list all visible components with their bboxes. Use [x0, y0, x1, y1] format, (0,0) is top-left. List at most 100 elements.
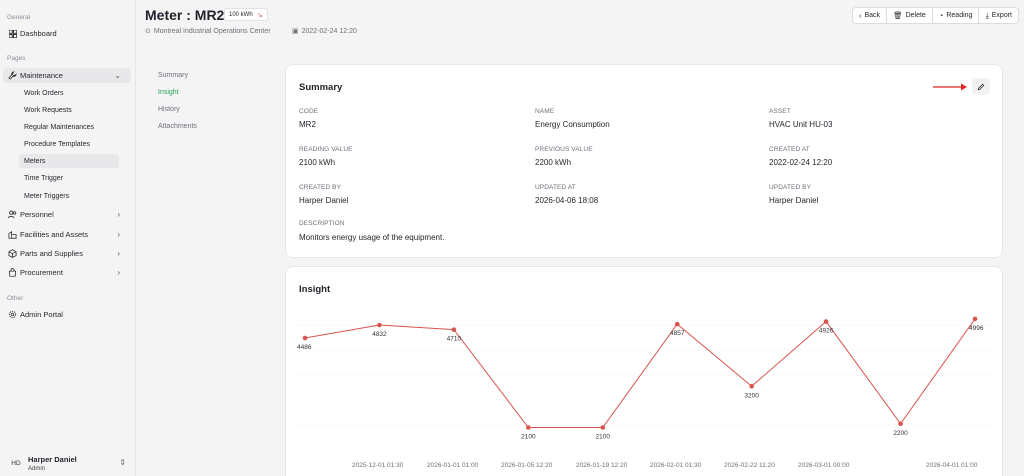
asset-value[interactable]: HVAC Unit HU-03	[769, 120, 832, 129]
data-label: 2100	[521, 434, 536, 441]
updated-by-value: Harper Daniel	[769, 196, 819, 205]
back-label: Back	[864, 12, 881, 19]
insight-title: Insight	[299, 284, 331, 295]
data-point[interactable]	[451, 327, 457, 332]
calendar-icon: ▣	[292, 28, 299, 35]
data-point[interactable]	[674, 321, 680, 327]
users-icon	[7, 209, 18, 220]
sidebar-subitem-regular-maintenances[interactable]: Regular Maintenances	[24, 120, 94, 134]
code-value: MR2	[299, 120, 316, 129]
pencil-icon	[977, 83, 985, 90]
name-value: Energy Consumption	[535, 120, 610, 129]
sidebar-item-personnel[interactable]: Personnel ›	[0, 207, 130, 222]
summary-card: Summary CODE MR2 NAME Energy Consumption…	[285, 64, 1003, 258]
data-label: 4857	[670, 330, 685, 337]
sidebar-subitem-work-orders[interactable]: Work Orders	[24, 86, 64, 100]
chevron-right-icon: ›	[117, 230, 120, 239]
x-tick-label: 2026-02-22 11:20	[724, 462, 775, 469]
data-point[interactable]	[749, 383, 754, 389]
sidebar-group-other: Other	[7, 295, 24, 302]
sidebar-subitem-meter-triggers[interactable]: Meter Triggers	[24, 189, 69, 203]
sidebar-subitem-procedure-templates[interactable]: Procedure Templates	[24, 137, 90, 151]
section-nav-attachments[interactable]: Attachments	[158, 123, 197, 130]
data-point[interactable]	[898, 421, 903, 427]
description-label: DESCRIPTION	[299, 220, 345, 227]
reading-value: 2100 kWh	[299, 158, 336, 167]
chevron-up-down-icon[interactable]: ⇕	[119, 458, 126, 467]
x-tick-label: 2026-02-01 01:30	[650, 462, 702, 469]
page-title: Meter : MR2	[145, 7, 225, 23]
wrench-icon	[7, 70, 18, 81]
sidebar-item-facilities[interactable]: Facilities and Assets ›	[0, 227, 130, 242]
x-tick-label: 2026-01-01 01:00	[427, 462, 479, 469]
insight-line-chart: 4486 4832 4710 2100 2100 4857 3200 4926 2200 4996	[294, 316, 994, 450]
user-role: Admin	[28, 465, 46, 472]
chevron-down-icon: ⌄	[114, 71, 121, 80]
sidebar-subitem-time-trigger[interactable]: Time Trigger	[24, 171, 63, 185]
reading-badge-value: 100 kWh	[229, 11, 253, 18]
delete-label: Delete	[905, 12, 926, 19]
section-nav-insight[interactable]: Insight	[158, 89, 179, 96]
sidebar-subitem-work-requests[interactable]: Work Requests	[24, 103, 72, 117]
location-pin-icon: ⊙	[145, 28, 151, 35]
data-point[interactable]	[302, 335, 308, 341]
reading-label: Reading	[946, 12, 973, 19]
sidebar-item-admin-portal[interactable]: Admin Portal	[0, 307, 130, 322]
shopping-bag-icon	[7, 267, 18, 278]
data-label: 2100	[596, 434, 611, 441]
sidebar-item-maintenance[interactable]: Maintenance ⌄	[3, 68, 131, 83]
updated-at-value: 2026-04-06 18:08	[535, 196, 599, 205]
sidebar-item-label: Maintenance	[20, 71, 63, 80]
location-meta: ⊙ Montreal Industrial Operations Center	[145, 27, 271, 36]
data-label: 3200	[744, 392, 759, 399]
x-tick-label: 2026-01-19 12:20	[576, 462, 628, 469]
data-point[interactable]	[823, 319, 829, 324]
data-label: 2200	[893, 430, 908, 437]
datetime-meta: ▣ 2022-02-24 12:20	[292, 27, 357, 36]
created-at-value: 2022-02-24 12:20	[769, 158, 833, 167]
data-point[interactable]	[526, 425, 531, 430]
sidebar-item-dashboard[interactable]: Dashboard	[0, 26, 130, 41]
download-icon: ⤓	[985, 10, 989, 20]
created-by-label: CREATED BY	[299, 184, 342, 191]
sidebar-item-label: Procurement	[20, 268, 63, 277]
x-tick-label: 2026-03-01 00:00	[798, 462, 850, 469]
package-icon	[7, 248, 18, 259]
reading-button[interactable]: ◔ Reading	[933, 8, 980, 23]
avatar: HD	[11, 459, 21, 467]
user-menu[interactable]: HD Harper Daniel Admin ⇕	[0, 450, 136, 476]
updated-at-label: UPDATED AT	[535, 184, 576, 191]
data-label: 4710	[447, 336, 462, 343]
data-label: 4832	[372, 331, 387, 338]
chevron-right-icon: ›	[117, 268, 120, 277]
delete-button[interactable]: 🗑 Delete	[887, 8, 933, 23]
asset-label: ASSET	[769, 108, 791, 115]
series-line	[304, 318, 976, 428]
sidebar-group-pages: Pages	[7, 55, 26, 62]
summary-title: Summary	[299, 82, 343, 93]
created-by-value: Harper Daniel	[299, 196, 349, 205]
edit-button[interactable]	[972, 78, 990, 95]
data-point[interactable]	[377, 322, 382, 328]
back-button[interactable]: ‹ Back	[853, 8, 888, 23]
sidebar-item-parts[interactable]: Parts and Supplies ›	[0, 246, 130, 261]
data-point[interactable]	[972, 316, 978, 322]
section-nav-summary[interactable]: Summary	[158, 72, 188, 79]
export-button[interactable]: ⤓ Export	[979, 8, 1018, 23]
sidebar-item-label: Admin Portal	[20, 310, 63, 319]
sidebar-item-label: Personnel	[20, 210, 54, 219]
sidebar: General Dashboard Pages Maintenance ⌄ Wo…	[0, 0, 136, 476]
trend-down-icon: ↘	[256, 11, 263, 19]
reading-badge: 100 kWh ↘	[224, 8, 268, 21]
chevron-left-icon: ‹	[859, 11, 862, 20]
sidebar-subitem-meters[interactable]: Meters	[19, 154, 119, 168]
toolbar: ‹ Back 🗑 Delete ◔ Reading ⤓ Export	[852, 7, 1019, 24]
sidebar-item-procurement[interactable]: Procurement ›	[0, 265, 130, 280]
data-point[interactable]	[600, 425, 606, 430]
gear-icon	[7, 309, 18, 320]
x-tick-label: 2025-12-01 01:30	[352, 462, 404, 469]
code-label: CODE	[299, 108, 319, 115]
sidebar-item-label: Facilities and Assets	[20, 230, 88, 239]
section-nav-history[interactable]: History	[158, 106, 180, 113]
chevron-right-icon: ›	[117, 210, 120, 219]
